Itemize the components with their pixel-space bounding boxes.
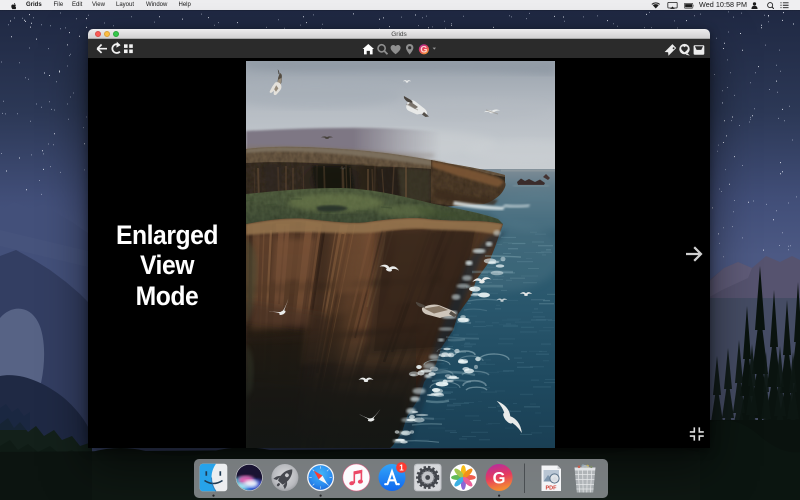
svg-text:G: G: [493, 470, 506, 488]
svg-text:G: G: [420, 45, 427, 55]
svg-text:1: 1: [399, 464, 404, 473]
svg-text:PDF: PDF: [546, 486, 558, 492]
